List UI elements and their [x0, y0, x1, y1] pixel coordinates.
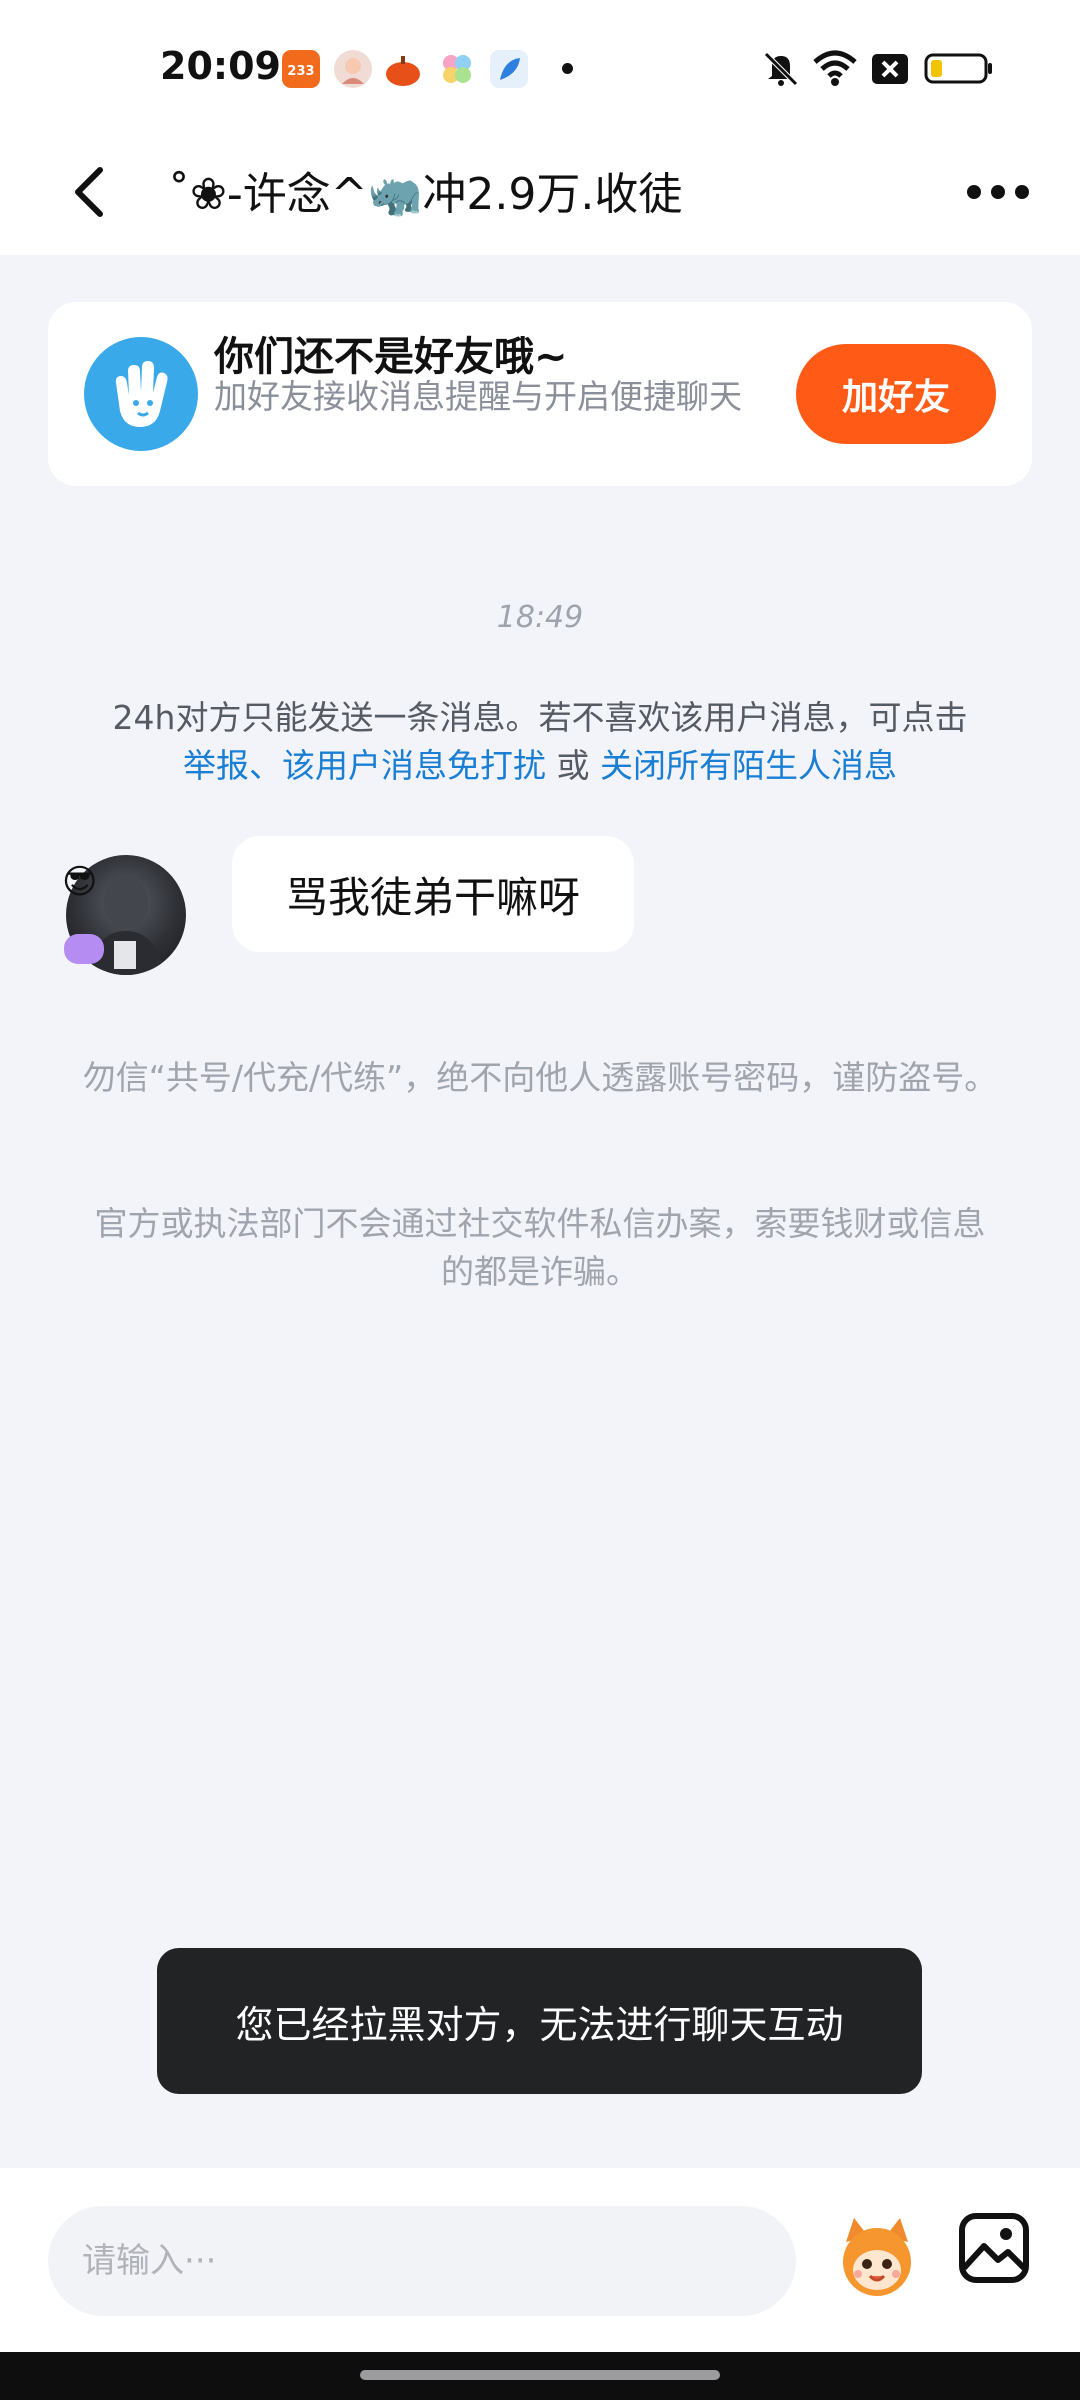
home-indicator[interactable] — [360, 2370, 720, 2380]
flower-app-icon — [438, 50, 476, 88]
notice-or-text: 或 — [546, 746, 600, 785]
safety-tip-2: 官方或执法部门不会通过社交软件私信办案，索要钱财或信息的都是诈骗。 — [94, 1204, 986, 1291]
avatar-badge — [64, 934, 104, 964]
blocked-toast: 您已经拉黑对方，无法进行聊天互动 — [157, 1948, 922, 2094]
message-bubble[interactable]: 骂我徒弟干嘛呀 — [232, 836, 635, 952]
chat-title: ˚❀-许念^🦏冲2.9万.收徒 — [168, 169, 683, 220]
avatar-app-icon — [334, 50, 372, 88]
report-mute-link[interactable]: 举报、该用户消息免打扰 — [183, 746, 546, 785]
safety-tip-1: 勿信“共号/代充/代练”，绝不向他人透露账号密码，谨防盗号。 — [82, 1058, 998, 1097]
close-box-icon — [872, 54, 908, 84]
message-timestamp: 18:49 — [496, 600, 584, 635]
system-notice: 24h对方只能发送一条消息。若不喜欢该用户消息，可点击 举报、该用户消息免打扰 … — [60, 694, 1020, 790]
233-game-icon: 233 — [282, 50, 320, 88]
waving-hand-icon — [84, 337, 198, 451]
more-dots-icon[interactable] — [960, 160, 1040, 220]
mute-icon — [764, 52, 798, 86]
pumpkin-app-icon — [384, 50, 422, 88]
battery-icon — [924, 53, 992, 84]
wifi-icon — [813, 50, 857, 86]
status-time: 20:09 — [160, 44, 281, 88]
message-input[interactable] — [48, 2206, 796, 2316]
notice-text: 24h对方只能发送一条消息。若不喜欢该用户消息，可点击 — [112, 698, 968, 737]
system-nav-bar — [0, 2352, 1080, 2400]
back-button[interactable] — [58, 152, 138, 232]
friend-banner-subtitle: 加好友接收消息提醒与开启便捷聊天 — [214, 377, 742, 416]
image-icon[interactable] — [958, 2212, 1030, 2284]
feather-app-icon — [490, 50, 528, 88]
svg-text:233: 233 — [287, 64, 314, 79]
sunglasses-emoji-icon: 😎 — [62, 862, 98, 902]
chat-header: ˚❀-许念^🦏冲2.9万.收徒 — [0, 130, 1080, 255]
notification-dot — [562, 63, 573, 74]
status-bar: 20:09 233 — [0, 0, 1080, 130]
input-bar — [0, 2168, 1080, 2352]
add-friend-button[interactable]: 加好友 — [796, 344, 996, 444]
friend-request-banner: 你们还不是好友哦~ 加好友接收消息提醒与开启便捷聊天 加好友 — [48, 302, 1032, 486]
close-stranger-messages-link[interactable]: 关闭所有陌生人消息 — [600, 746, 897, 785]
mascot-emoji-icon[interactable] — [832, 2212, 922, 2302]
